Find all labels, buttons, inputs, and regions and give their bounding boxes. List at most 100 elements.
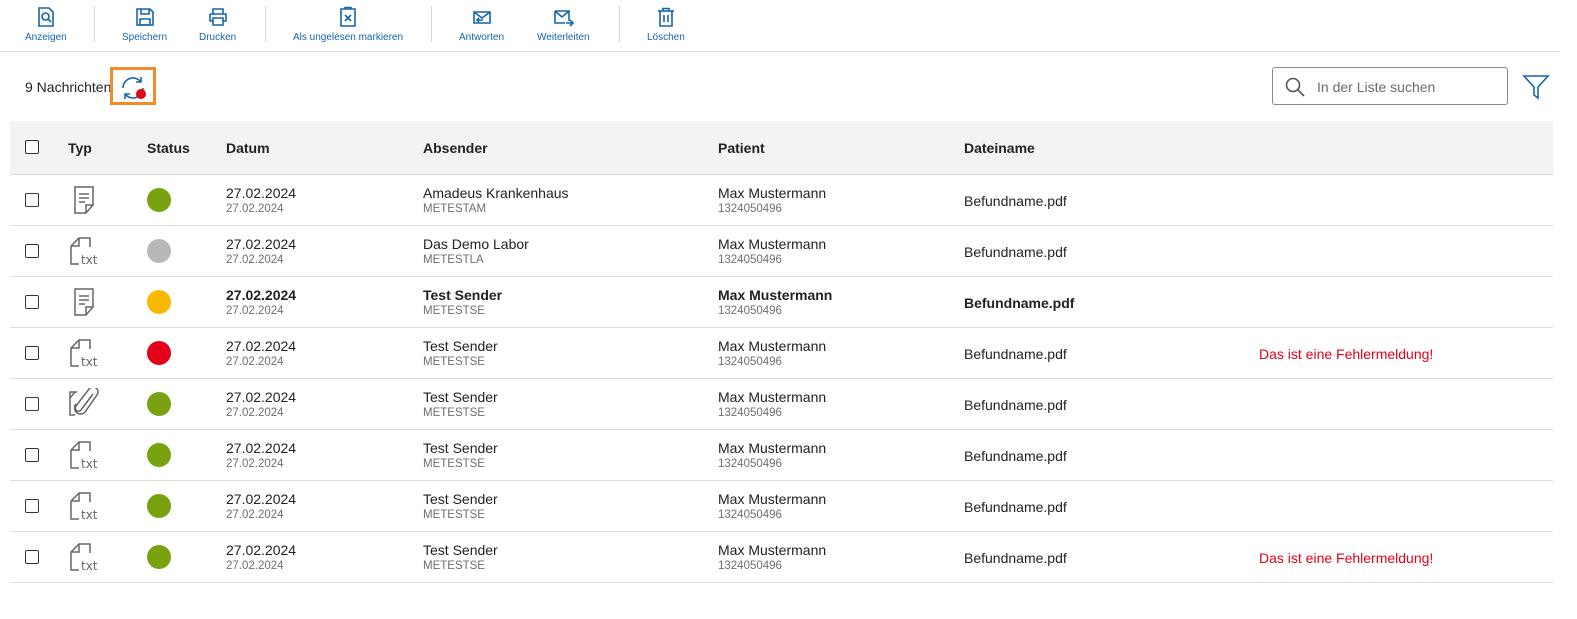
column-header-typ[interactable]: Typ: [68, 140, 92, 156]
sender-name: Amadeus Krankenhaus: [423, 185, 569, 201]
delete-button[interactable]: Löschen: [647, 6, 685, 43]
table-row[interactable]: txt 27.02.2024 27.02.2024 Test Sender METEST…: [10, 328, 1553, 379]
status-error-indicator: [147, 341, 171, 365]
table-row[interactable]: txt 27.02.2024 27.02.2024 Test Sender METEST…: [10, 532, 1553, 583]
mark-unread-button[interactable]: Als ungelesen markieren: [293, 6, 403, 43]
svg-text:txt: txt: [81, 355, 98, 369]
file-name: Befundname.pdf: [964, 193, 1067, 209]
row-checkbox[interactable]: [25, 244, 39, 258]
txt-file-icon: txt: [68, 337, 100, 369]
date-main: 27.02.2024: [226, 236, 297, 252]
view-icon: [38, 7, 54, 27]
file-name: Befundname.pdf: [964, 448, 1067, 464]
table-body: 27.02.2024 27.02.2024 Amadeus Krankenhaus M…: [10, 175, 1553, 583]
sender-id: METESTSE: [423, 305, 485, 317]
sender-name: Test Sender: [423, 287, 503, 303]
filter-icon[interactable]: [1521, 72, 1551, 102]
svg-text:txt: txt: [81, 559, 98, 573]
column-header-status[interactable]: Status: [147, 140, 190, 156]
search-box[interactable]: [1272, 67, 1508, 105]
save-button[interactable]: Speichern: [122, 6, 167, 43]
view-label: Anzeigen: [25, 32, 67, 43]
message-count: 9 Nachrichten: [25, 79, 112, 95]
sender-id: METESTSE: [423, 458, 485, 470]
patient-id: 1324050496: [718, 458, 782, 470]
mark-unread-label: Als ungelesen markieren: [293, 32, 404, 43]
sender-id: METESTSE: [423, 356, 485, 368]
table-row[interactable]: txt 27.02.2024 27.02.2024 Test Sender METEST…: [10, 430, 1553, 481]
row-checkbox[interactable]: [25, 193, 39, 207]
row-checkbox[interactable]: [25, 397, 39, 411]
date-sub: 27.02.2024: [226, 407, 284, 419]
date-main: 27.02.2024: [226, 338, 297, 354]
toolbar-divider: [619, 6, 620, 42]
svg-text:txt: txt: [81, 508, 98, 522]
mark-unread-icon: [340, 6, 356, 27]
txt-file-icon: txt: [68, 439, 100, 471]
row-checkbox[interactable]: [25, 448, 39, 462]
attachment-icon: [68, 386, 100, 420]
status-ok-indicator: [147, 188, 171, 212]
patient-name: Max Mustermann: [718, 440, 827, 456]
refresh-icon: [122, 77, 146, 99]
table-row[interactable]: 27.02.2024 27.02.2024 Amadeus Krankenhaus M…: [10, 175, 1553, 226]
search-input[interactable]: [1315, 76, 1499, 98]
print-icon: [208, 8, 227, 26]
reply-label: Antworten: [459, 32, 505, 43]
error-message: Das ist eine Fehlermeldung!: [1259, 346, 1434, 362]
date-sub: 27.02.2024: [226, 203, 284, 215]
patient-id: 1324050496: [718, 407, 782, 419]
sender-name: Das Demo Labor: [423, 236, 529, 252]
patient-name: Max Mustermann: [718, 287, 833, 303]
patient-name: Max Mustermann: [718, 185, 827, 201]
toolbar-divider: [431, 6, 432, 42]
reply-button[interactable]: Antworten: [459, 6, 504, 43]
patient-name: Max Mustermann: [718, 236, 827, 252]
txt-file-icon: txt: [68, 235, 100, 267]
date-sub: 27.02.2024: [226, 560, 284, 572]
sender-id: METESTLA: [423, 254, 484, 266]
column-header-dateiname[interactable]: Dateiname: [964, 140, 1035, 156]
sender-id: METESTSE: [423, 407, 485, 419]
row-checkbox[interactable]: [25, 346, 39, 360]
patient-id: 1324050496: [718, 305, 782, 317]
file-name: Befundname.pdf: [964, 499, 1067, 515]
date-sub: 27.02.2024: [226, 305, 284, 317]
print-label: Drucken: [199, 32, 237, 43]
table-row[interactable]: 27.02.2024 27.02.2024 Test Sender METESTSE M…: [10, 277, 1553, 328]
date-sub: 27.02.2024: [226, 509, 284, 521]
file-name: Befundname.pdf: [964, 397, 1067, 413]
date-main: 27.02.2024: [226, 389, 297, 405]
file-name: Befundname.pdf: [964, 346, 1067, 362]
row-checkbox[interactable]: [25, 550, 39, 564]
date-main: 27.02.2024: [226, 542, 297, 558]
sender-name: Test Sender: [423, 338, 498, 354]
column-header-patient[interactable]: Patient: [718, 140, 765, 156]
row-checkbox[interactable]: [25, 295, 39, 309]
search-icon: [1285, 77, 1305, 97]
error-message: Das ist eine Fehlermeldung!: [1259, 550, 1434, 566]
status-pending-indicator: [147, 290, 171, 314]
row-checkbox[interactable]: [25, 499, 39, 513]
date-main: 27.02.2024: [226, 491, 297, 507]
table-row[interactable]: txt 27.02.2024 27.02.2024 Das Demo Labor MET…: [10, 226, 1553, 277]
sender-name: Test Sender: [423, 389, 498, 405]
select-all-checkbox[interactable]: [25, 140, 39, 154]
patient-name: Max Mustermann: [718, 542, 827, 558]
document-icon: [68, 184, 100, 216]
view-button[interactable]: Anzeigen: [25, 6, 67, 43]
txt-file-icon: txt: [68, 541, 100, 573]
status-ok-indicator: [147, 443, 171, 467]
txt-file-icon: txt: [68, 490, 100, 522]
patient-id: 1324050496: [718, 254, 782, 266]
column-header-absender[interactable]: Absender: [423, 140, 488, 156]
print-button[interactable]: Drucken: [199, 6, 236, 43]
table-row[interactable]: 27.02.2024 27.02.2024 Test Sender METESTSE M…: [10, 379, 1553, 430]
column-header-datum[interactable]: Datum: [226, 140, 270, 156]
forward-icon: [554, 10, 575, 27]
table-header: Typ Status Datum Absender Patient Datein…: [10, 121, 1553, 175]
refresh-button[interactable]: [110, 67, 156, 105]
table-row[interactable]: txt 27.02.2024 27.02.2024 Test Sender METEST…: [10, 481, 1553, 532]
forward-button[interactable]: Weiterleiten: [537, 6, 590, 43]
status-ok-indicator: [147, 392, 171, 416]
